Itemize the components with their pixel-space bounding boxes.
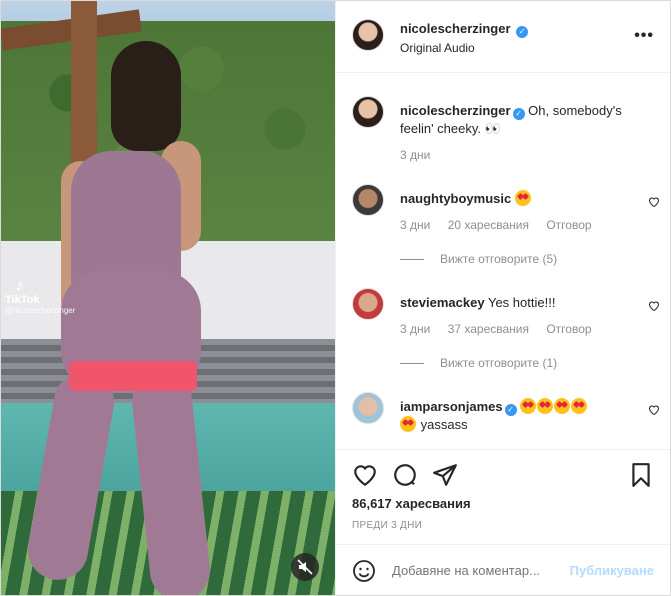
like-comment-heart-icon[interactable] xyxy=(648,300,660,312)
post-comment-button[interactable]: Публикуване xyxy=(570,563,654,578)
tiktok-brand: TikTok xyxy=(5,294,40,306)
verified-icon: ✓ xyxy=(516,26,529,38)
comment-username[interactable]: iamparsonjames xyxy=(400,399,503,414)
comment-text: yassass xyxy=(420,417,468,432)
avatar[interactable] xyxy=(352,392,384,424)
person-leg-right xyxy=(129,368,213,595)
caption-body: nicolescherzinger ✓ Oh, somebody's feelin… xyxy=(400,102,632,138)
heart-eyes-emoji-icon xyxy=(554,398,571,414)
view-replies-label: Вижте отговорите (5) xyxy=(440,252,558,266)
comment-body: iamparsonjames ✓ yassass xyxy=(400,398,632,434)
verified-icon: ✓ xyxy=(504,404,517,416)
post-dialog: ♪ TikTok @nicolescherzinger nicolescherz… xyxy=(0,0,671,596)
video-media[interactable]: ♪ TikTok @nicolescherzinger xyxy=(1,1,335,595)
reply-button[interactable]: Отговор xyxy=(546,218,591,232)
more-options-icon[interactable]: ••• xyxy=(634,27,654,45)
comment-bubble-icon[interactable] xyxy=(392,462,418,488)
video-person xyxy=(21,41,231,595)
tiktok-icon: ♪ xyxy=(15,275,24,295)
heart-eyes-emoji-icon xyxy=(571,398,588,414)
avatar[interactable] xyxy=(352,288,384,320)
view-replies-button[interactable]: Вижте отговорите (5) xyxy=(400,252,557,266)
tiktok-watermark: ♪ TikTok @nicolescherzinger xyxy=(5,276,75,315)
post-date[interactable]: ПРЕДИ 3 ДНИ xyxy=(352,520,422,531)
person-resistance-band xyxy=(69,361,197,391)
replies-line xyxy=(400,363,424,365)
avatar[interactable] xyxy=(352,184,384,216)
comment-time[interactable]: 3 дни xyxy=(400,218,430,232)
reply-button[interactable]: Отговор xyxy=(546,322,591,336)
view-replies-button[interactable]: Вижте отговорите (1) xyxy=(400,356,557,370)
likes-count[interactable]: 86,617 харесвания xyxy=(352,496,471,511)
heart-eyes-emoji-icon xyxy=(400,416,416,432)
view-replies-label: Вижте отговорите (1) xyxy=(440,356,558,370)
caption-time[interactable]: 3 дни xyxy=(400,148,430,162)
post-actions: 86,617 харесвания ПРЕДИ 3 ДНИ Публикуван… xyxy=(336,449,670,595)
comment-likes[interactable]: 37 харесвания xyxy=(448,322,529,336)
header-username-row: nicolescherzinger ✓ xyxy=(400,21,529,38)
verified-icon: ✓ xyxy=(512,108,525,120)
like-comment-heart-icon[interactable] xyxy=(648,404,660,416)
comment-body: steviemackey Yes hottie!!! xyxy=(400,294,632,312)
emoji-picker-icon[interactable] xyxy=(352,559,376,583)
comment-meta: 3 дни 20 харесвания Отговор xyxy=(400,218,606,232)
save-bookmark-icon[interactable] xyxy=(628,462,654,488)
heart-eyes-emoji-icon xyxy=(520,398,537,414)
person-hair xyxy=(111,41,181,151)
comment-likes[interactable]: 20 харесвания xyxy=(448,218,529,232)
replies-line xyxy=(400,259,424,261)
comment-text: Yes hottie!!! xyxy=(487,295,556,310)
heart-eyes-emoji-icon xyxy=(514,190,531,206)
comment-meta: 3 дни 37 харесвания Отговор xyxy=(400,322,606,336)
comment-time[interactable]: 3 дни xyxy=(400,322,430,336)
tiktok-handle: @nicolescherzinger xyxy=(5,306,76,315)
original-audio-link[interactable]: Original Audio xyxy=(400,41,475,55)
like-comment-heart-icon[interactable] xyxy=(648,196,660,208)
mute-button[interactable] xyxy=(291,553,319,581)
like-heart-icon[interactable] xyxy=(352,462,378,488)
comment-input[interactable] xyxy=(392,563,564,578)
post-side-panel: nicolescherzinger ✓ Original Audio ••• n… xyxy=(335,1,670,595)
comments-list[interactable]: nicolescherzinger ✓ Oh, somebody's feelin… xyxy=(336,74,670,449)
heart-eyes-emoji-icon xyxy=(537,398,554,414)
caption-username[interactable]: nicolescherzinger xyxy=(400,103,511,118)
post-header: nicolescherzinger ✓ Original Audio ••• xyxy=(336,1,670,73)
speaker-muted-icon xyxy=(297,559,313,575)
avatar[interactable] xyxy=(352,96,384,128)
person-leg-left xyxy=(23,367,119,585)
comment-username[interactable]: naughtyboymusic xyxy=(400,191,511,206)
comment-body: naughtyboymusic xyxy=(400,190,632,208)
avatar[interactable] xyxy=(352,19,384,51)
share-paper-plane-icon[interactable] xyxy=(432,462,458,488)
header-username[interactable]: nicolescherzinger xyxy=(400,21,511,36)
comment-username[interactable]: steviemackey xyxy=(400,295,485,310)
add-comment-bar: Публикуване xyxy=(336,544,670,596)
